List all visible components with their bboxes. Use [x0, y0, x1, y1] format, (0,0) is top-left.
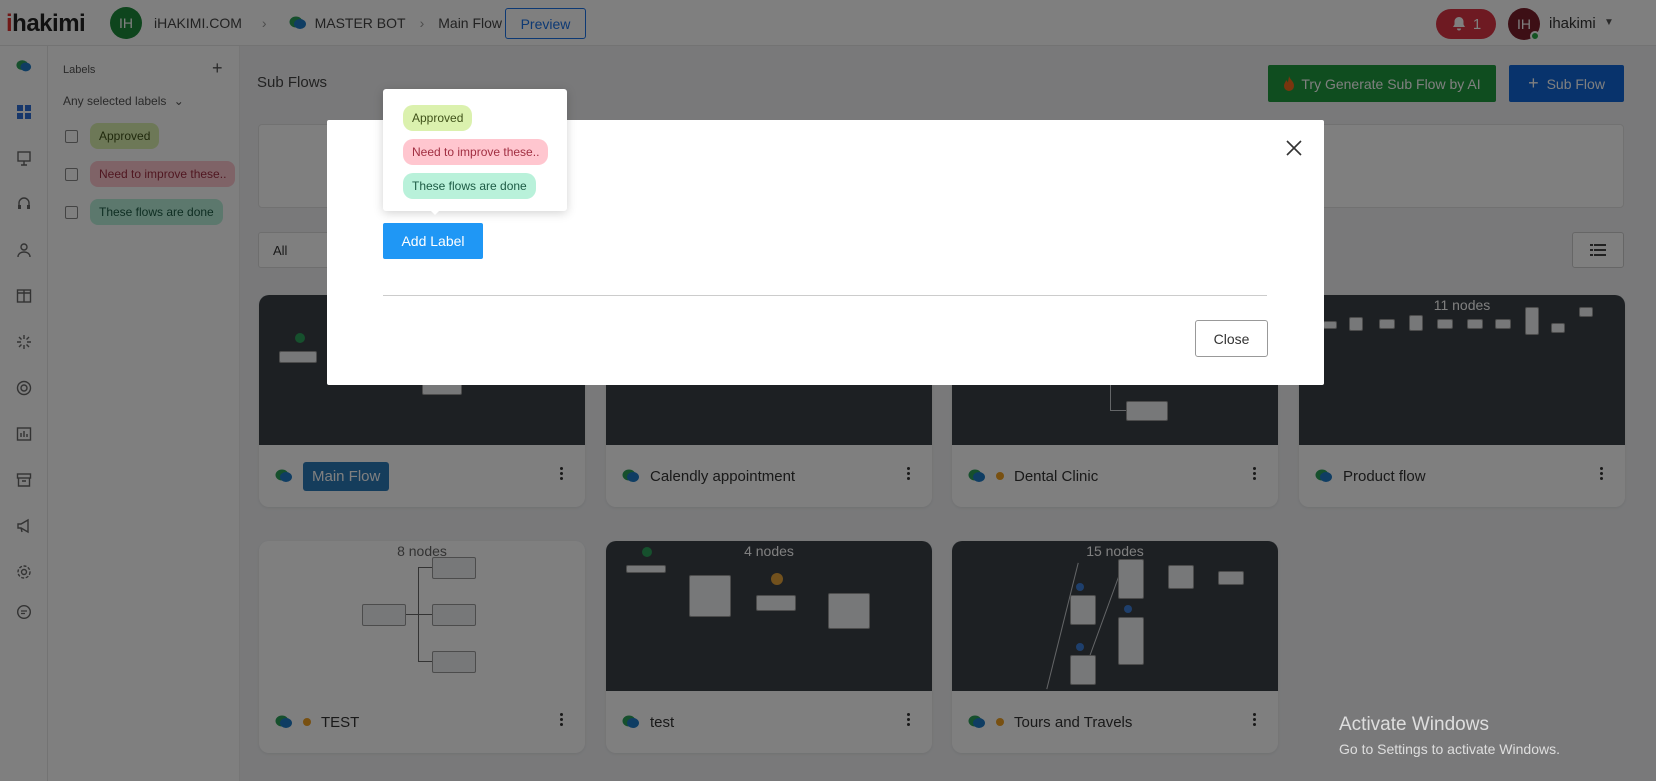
- add-label-button[interactable]: Add Label: [383, 223, 483, 259]
- close-button[interactable]: Close: [1195, 320, 1268, 357]
- popover-label-approved[interactable]: Approved: [403, 105, 473, 131]
- popover-arrow: [428, 208, 442, 215]
- popover-label-done[interactable]: These flows are done: [403, 173, 536, 199]
- popover-label-improve[interactable]: Need to improve these..: [403, 139, 549, 165]
- watermark-title: Activate Windows: [1339, 714, 1489, 735]
- watermark-subtitle: Go to Settings to activate Windows.: [1339, 741, 1560, 757]
- modal-backdrop[interactable]: [0, 0, 1656, 781]
- close-icon[interactable]: [1284, 138, 1304, 158]
- label-popover: Approved Need to improve these.. These f…: [383, 89, 567, 211]
- modal-divider: [383, 295, 1267, 296]
